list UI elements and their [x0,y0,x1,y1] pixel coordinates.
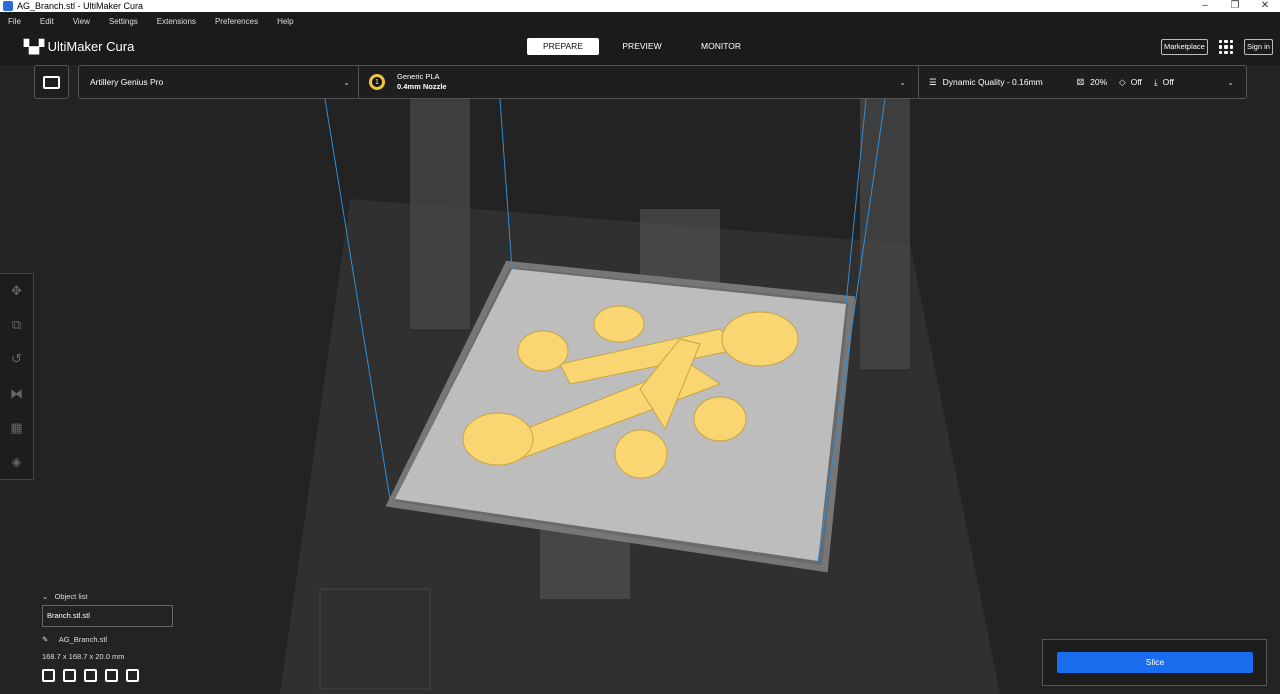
chevron-down-icon: ⌄ [343,77,350,87]
support-blocker-icon[interactable]: ◈ [12,454,22,470]
folder-icon [43,75,60,89]
menu-settings[interactable]: Settings [109,17,138,26]
material-selector[interactable]: 1 Generic PLA 0.4mm Nozzle ⌄ [369,66,914,98]
minimize-button[interactable]: – [1190,0,1220,11]
title-bar: AG_Branch.stl - UltiMaker Cura – ❐ ✕ [0,0,1280,12]
tab-monitor[interactable]: MONITOR [685,38,757,55]
infill-value: 20% [1090,77,1108,87]
infill-icon: ⚄ [1076,76,1085,87]
printer-selector[interactable]: Artillery Genius Pro ⌄ [90,66,358,98]
tab-prepare[interactable]: PREPARE [527,38,599,55]
adhesion-value: Off [1162,77,1174,87]
rotate-tool-icon[interactable]: ↺ [11,351,22,367]
view-left-icon[interactable] [105,669,118,682]
view-buttons [42,669,173,684]
menu-preferences[interactable]: Preferences [215,17,258,26]
restore-button[interactable]: ❐ [1220,0,1250,11]
pencil-icon: ✎ [42,635,49,644]
mirror-tool-icon[interactable]: ⧓ [10,386,23,402]
menu-extensions[interactable]: Extensions [157,17,196,26]
view-right-icon[interactable] [126,669,139,682]
printer-name: Artillery Genius Pro [90,77,164,87]
tab-preview[interactable]: PREVIEW [606,38,678,55]
material-name: Generic PLA [397,72,440,81]
profile-name: Dynamic Quality - 0.16mm [942,77,1043,87]
menu-edit[interactable]: Edit [40,17,54,26]
object-list-item[interactable]: Branch.stl.stl [42,605,173,627]
header: ▚▞ UltiMaker Cura PREPARE PREVIEW MONITO… [0,30,1280,65]
chevron-down-icon: ⌄ [1227,77,1234,87]
open-file-button[interactable] [34,65,69,99]
app-icon [3,1,13,11]
support-icon: ◇ [1119,76,1126,87]
menu-view[interactable]: View [73,17,90,26]
print-setup-bar: Artillery Genius Pro ⌄ 1 Generic PLA 0.4mm… [78,65,1247,99]
chevron-down-icon: ⌄ [899,77,906,87]
close-button[interactable]: ✕ [1250,0,1280,11]
support-value: Off [1130,77,1142,87]
apps-grid-icon[interactable] [1219,40,1233,54]
per-model-settings-icon[interactable]: ▦ [10,420,22,436]
slice-panel: Slice [1042,639,1267,686]
object-list-header: Object list [54,592,88,601]
3d-viewport[interactable] [0,99,1280,694]
window-title: AG_Branch.stl - UltiMaker Cura [17,1,144,11]
tool-sidebar: ✥ ⧉ ↺ ⧓ ▦ ◈ [0,273,34,480]
object-list-toggle[interactable]: ⌄ Object list [42,592,173,601]
chevron-down-icon: ⌄ [42,592,49,601]
object-name-row[interactable]: ✎ AG_Branch.stl [42,635,173,644]
printer-frame-left [410,99,470,329]
sign-in-button[interactable]: Sign in [1244,39,1273,55]
marketplace-button[interactable]: Marketplace [1161,39,1208,55]
menu-bar: File Edit View Settings Extensions Prefe… [0,12,1280,30]
slice-button[interactable]: Slice [1057,652,1253,673]
scale-tool-icon[interactable]: ⧉ [12,317,21,333]
printer-frame-right [860,99,910,369]
move-tool-icon[interactable]: ✥ [11,283,22,299]
view-3d-icon[interactable] [42,669,55,682]
nozzle-size: 0.4mm Nozzle [397,82,447,91]
menu-help[interactable]: Help [277,17,293,26]
extruder-icon: 1 [369,74,385,90]
menu-file[interactable]: File [8,17,21,26]
view-top-icon[interactable] [84,669,97,682]
object-name: AG_Branch.stl [58,635,108,644]
adhesion-icon: ⤓ [1153,76,1158,87]
object-dimensions: 168.7 x 168.7 x 20.0 mm [42,652,125,661]
object-list-panel: ⌄ Object list Branch.stl.stl ✎ AG_Branch… [42,592,173,684]
print-settings-selector[interactable]: ☰ Dynamic Quality - 0.16mm ⚄ 20% ◇ Off ⤓ Of… [929,66,1244,98]
logo: ▚▞ UltiMaker Cura [24,39,135,54]
view-front-icon[interactable] [63,669,76,682]
sliders-icon: ☰ [929,76,937,87]
